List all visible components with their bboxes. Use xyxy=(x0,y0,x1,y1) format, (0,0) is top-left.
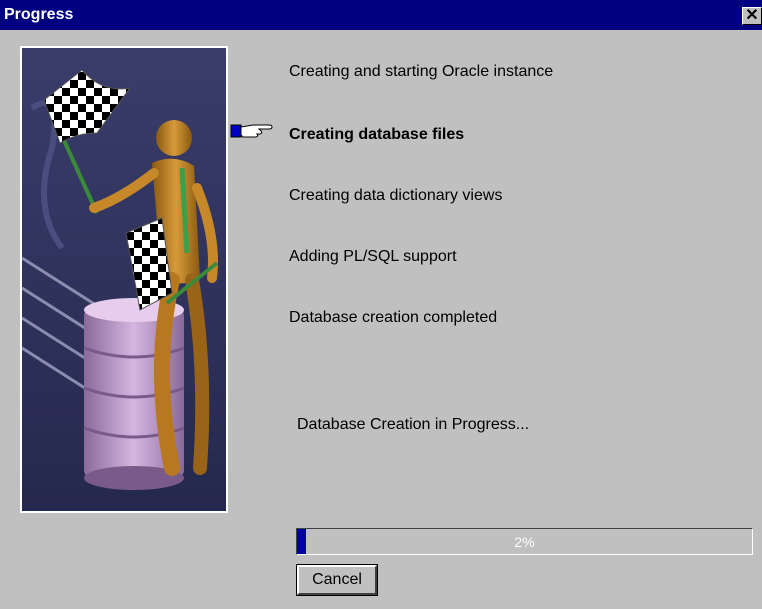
step-item: Database creation completed xyxy=(289,309,498,326)
close-icon: ✕ xyxy=(745,7,759,24)
illustration-frame xyxy=(20,46,228,513)
progress-label: 2% xyxy=(514,533,535,550)
step-item-current: Creating database files xyxy=(289,126,465,143)
status-text: Database Creation in Progress... xyxy=(297,416,530,433)
window-title: Progress xyxy=(4,6,74,23)
cancel-button[interactable]: Cancel xyxy=(296,564,378,596)
progress-bar: 2% xyxy=(296,528,753,555)
step-item: Creating data dictionary views xyxy=(289,187,503,204)
pointing-hand-icon xyxy=(230,124,273,138)
step-item: Adding PL/SQL support xyxy=(289,248,457,265)
finish-flag-illustration xyxy=(22,48,226,511)
close-button[interactable]: ✕ xyxy=(742,7,762,25)
title-bar: Progress ✕ xyxy=(0,0,762,30)
progress-dialog: Progress ✕ Creating and starting Oracle … xyxy=(0,0,762,609)
step-item: Creating and starting Oracle instance xyxy=(289,63,554,80)
